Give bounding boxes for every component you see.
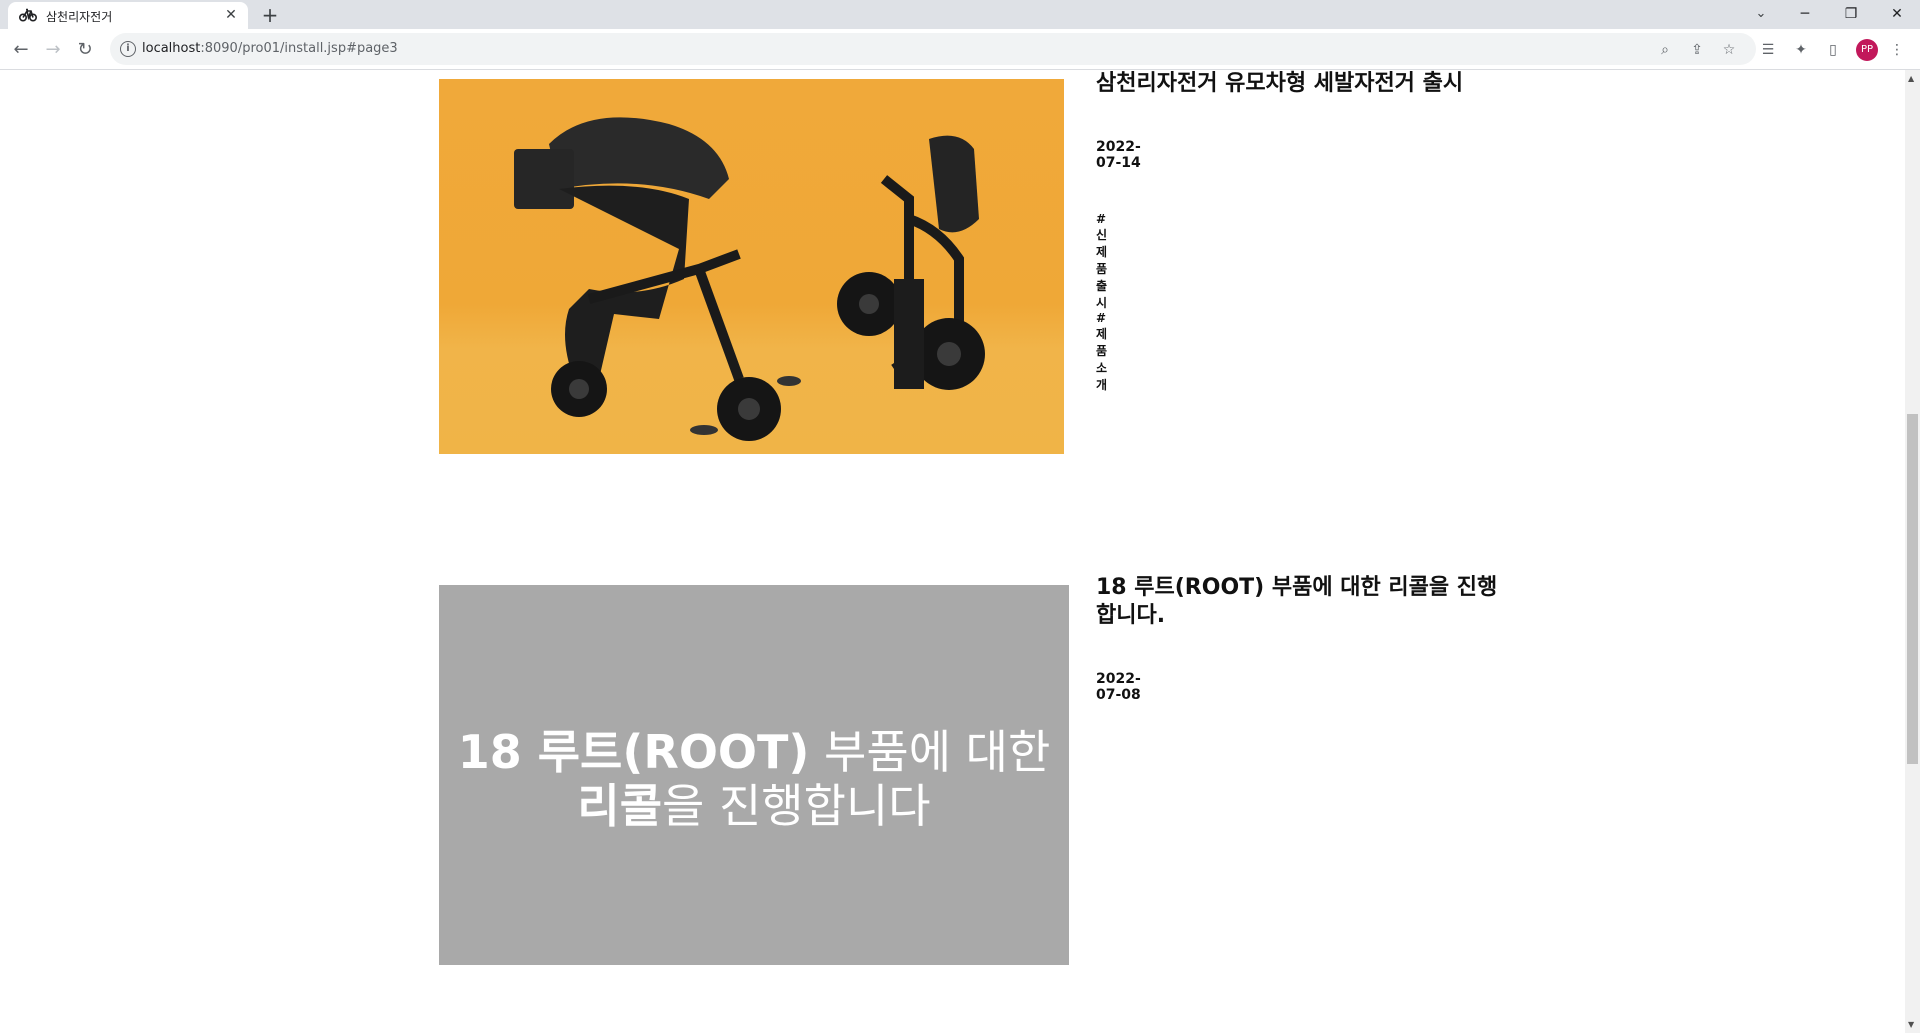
post-title[interactable]: 18 루트(ROOT) 부품에 대한 리콜을 진행합니다. <box>1096 574 1516 630</box>
reading-list-icon[interactable]: ☰ <box>1757 39 1779 61</box>
post-thumbnail[interactable] <box>439 79 1064 454</box>
browser-toolbar: ← → ↻ i localhost:8090/pro01/install.jsp… <box>0 29 1920 70</box>
scrollbar-thumb[interactable] <box>1907 414 1918 764</box>
post-title[interactable]: 삼천리자전거 유모차형 세발자전거 출시 <box>1096 70 1516 98</box>
url-text[interactable]: localhost:8090/pro01/install.jsp#page3 <box>142 41 398 56</box>
post-tags[interactable]: #신제품 출시 #제품소개 <box>1096 212 1107 393</box>
menu-kebab-icon[interactable]: ⋮ <box>1886 39 1908 61</box>
thumbnail-caption-line-2: 리콜을 진행합니다 <box>577 779 931 833</box>
post-thumbnail[interactable]: 18 루트(ROOT) 부품에 대한 리콜을 진행합니다 <box>439 585 1069 965</box>
tricycle-photo <box>514 117 985 441</box>
post-date: 2022-07-08 <box>1096 671 1141 703</box>
zoom-icon[interactable]: ⌕ <box>1655 40 1675 60</box>
page-scrollbar[interactable]: ▲ ▼ <box>1905 70 1920 1033</box>
side-panel-icon[interactable]: ▯ <box>1822 39 1844 61</box>
scroll-up-arrow-icon[interactable]: ▲ <box>1908 74 1914 83</box>
new-tab-button[interactable]: + <box>258 4 282 28</box>
close-window-button[interactable]: ✕ <box>1874 0 1920 29</box>
tab-title: 삼천리자전거 <box>46 10 113 24</box>
tab-search-chevron-icon[interactable]: ⌄ <box>1750 3 1772 25</box>
profile-avatar[interactable]: PP <box>1856 39 1878 61</box>
browser-tab[interactable]: 삼천리자전거 ✕ <box>8 2 248 29</box>
extensions-icon[interactable]: ✦ <box>1790 39 1812 61</box>
browser-tab-bar: 삼천리자전거 ✕ + ⌄ ─ ❐ ✕ <box>0 0 1920 29</box>
back-arrow-icon[interactable]: ← <box>7 36 35 64</box>
reload-icon[interactable]: ↻ <box>71 36 99 64</box>
scroll-down-arrow-icon[interactable]: ▼ <box>1908 1020 1914 1029</box>
thumbnail-caption-line-1: 18 루트(ROOT) 부품에 대한 <box>457 725 1051 779</box>
bookmark-star-icon[interactable]: ☆ <box>1719 40 1739 60</box>
restore-button[interactable]: ❐ <box>1828 0 1874 29</box>
bicycle-icon <box>19 8 37 22</box>
close-tab-icon[interactable]: ✕ <box>222 6 240 24</box>
forward-arrow-icon[interactable]: → <box>39 36 67 64</box>
share-icon[interactable]: ⇪ <box>1687 40 1707 60</box>
minimize-button[interactable]: ─ <box>1782 0 1828 29</box>
post-date: 2022-07-14 <box>1096 139 1141 171</box>
site-info-icon[interactable]: i <box>120 41 136 57</box>
page-viewport: 삼천리자전거 유모차형 세발자전거 출시 2022-07-14 #신제품 출시 … <box>0 70 1905 1033</box>
address-bar[interactable]: i localhost:8090/pro01/install.jsp#page3… <box>110 33 1756 65</box>
